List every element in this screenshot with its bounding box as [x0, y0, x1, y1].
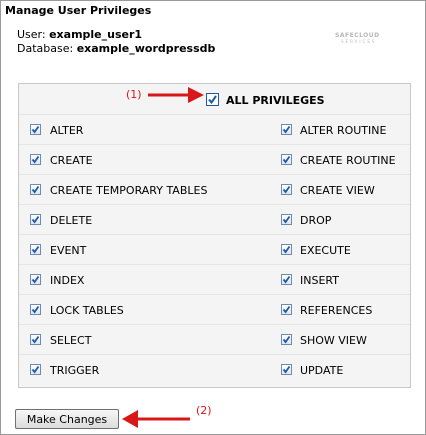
row-divider: [19, 294, 410, 295]
privilege-label: EXECUTE: [300, 244, 351, 257]
check-icon: [31, 155, 40, 164]
all-privileges-label: ALL PRIVILEGES: [226, 94, 325, 107]
privilege-label: CREATE: [50, 154, 93, 167]
check-icon: [282, 125, 291, 134]
privilege-label: UPDATE: [300, 364, 344, 377]
privilege-checkbox[interactable]: [281, 304, 292, 315]
database-info: Database: example_wordpressdb: [17, 42, 215, 55]
privilege-checkbox[interactable]: [30, 274, 41, 285]
privilege-checkbox[interactable]: [30, 214, 41, 225]
privilege-checkbox[interactable]: [30, 334, 41, 345]
privilege-label: CREATE VIEW: [300, 184, 375, 197]
privilege-checkbox[interactable]: [281, 274, 292, 285]
check-icon: [31, 215, 40, 224]
check-icon: [31, 125, 40, 134]
privilege-checkbox[interactable]: [30, 154, 41, 165]
privilege-label: CREATE TEMPORARY TABLES: [50, 184, 208, 197]
check-icon: [282, 275, 291, 284]
privileges-panel: ALL PRIVILEGES ALTER ALTER ROUTINE CREATE C…: [18, 83, 411, 388]
privilege-checkbox[interactable]: [30, 184, 41, 195]
check-icon: [31, 365, 40, 374]
watermark-logo: SAFECLOUD SERVICES: [335, 32, 380, 44]
check-icon: [282, 215, 291, 224]
privilege-label: SELECT: [50, 334, 92, 347]
privilege-label: TRIGGER: [50, 364, 100, 377]
privilege-label: DROP: [300, 214, 332, 227]
check-icon: [31, 245, 40, 254]
privilege-checkbox[interactable]: [281, 244, 292, 255]
privilege-label: REFERENCES: [300, 304, 373, 317]
row-divider: [19, 204, 410, 205]
privilege-label: LOCK TABLES: [50, 304, 124, 317]
annotation-2-label: (2): [196, 404, 212, 417]
privilege-checkbox[interactable]: [281, 364, 292, 375]
privilege-label: ALTER: [50, 124, 84, 137]
row-divider: [19, 114, 410, 115]
privilege-label: INDEX: [50, 274, 85, 287]
check-icon: [31, 305, 40, 314]
privilege-label: CREATE ROUTINE: [300, 154, 396, 167]
privilege-checkbox[interactable]: [281, 124, 292, 135]
check-icon: [31, 275, 40, 284]
row-divider: [19, 174, 410, 175]
all-privileges-row: ALL PRIVILEGES: [19, 84, 410, 114]
check-icon: [31, 335, 40, 344]
privilege-checkbox[interactable]: [30, 124, 41, 135]
check-icon: [282, 335, 291, 344]
privilege-label: SHOW VIEW: [300, 334, 367, 347]
check-icon: [282, 365, 291, 374]
privilege-checkbox[interactable]: [281, 184, 292, 195]
user-label: User:: [17, 28, 46, 41]
row-divider: [19, 144, 410, 145]
annotation-1-label: (1): [126, 88, 142, 101]
check-icon: [282, 245, 291, 254]
database-label: Database:: [17, 42, 74, 55]
privilege-checkbox[interactable]: [281, 214, 292, 225]
check-icon: [31, 185, 40, 194]
privilege-checkbox[interactable]: [281, 334, 292, 345]
privilege-label: ALTER ROUTINE: [300, 124, 387, 137]
privilege-label: DELETE: [50, 214, 93, 227]
row-divider: [19, 354, 410, 355]
all-privileges-checkbox[interactable]: [206, 93, 219, 106]
privilege-checkbox[interactable]: [30, 304, 41, 315]
database-value: example_wordpressdb: [76, 42, 216, 55]
check-icon: [282, 185, 291, 194]
check-icon: [208, 95, 217, 105]
privilege-checkbox[interactable]: [30, 364, 41, 375]
check-icon: [282, 305, 291, 314]
check-icon: [282, 155, 291, 164]
row-divider: [19, 324, 410, 325]
row-divider: [19, 234, 410, 235]
watermark-sub: SERVICES: [341, 39, 377, 44]
privilege-checkbox[interactable]: [281, 154, 292, 165]
watermark-main: SAFECLOUD: [335, 32, 380, 39]
user-value: example_user1: [49, 28, 143, 41]
arrow-left-icon: [122, 410, 190, 428]
privilege-label: EVENT: [50, 244, 87, 257]
user-info: User: example_user1: [17, 28, 142, 41]
page-title: Manage User Privileges: [5, 4, 152, 17]
privilege-label: INSERT: [300, 274, 339, 287]
privilege-checkbox[interactable]: [30, 244, 41, 255]
arrow-right-icon: [148, 87, 204, 103]
make-changes-button[interactable]: Make Changes: [15, 409, 119, 429]
row-divider: [19, 264, 410, 265]
